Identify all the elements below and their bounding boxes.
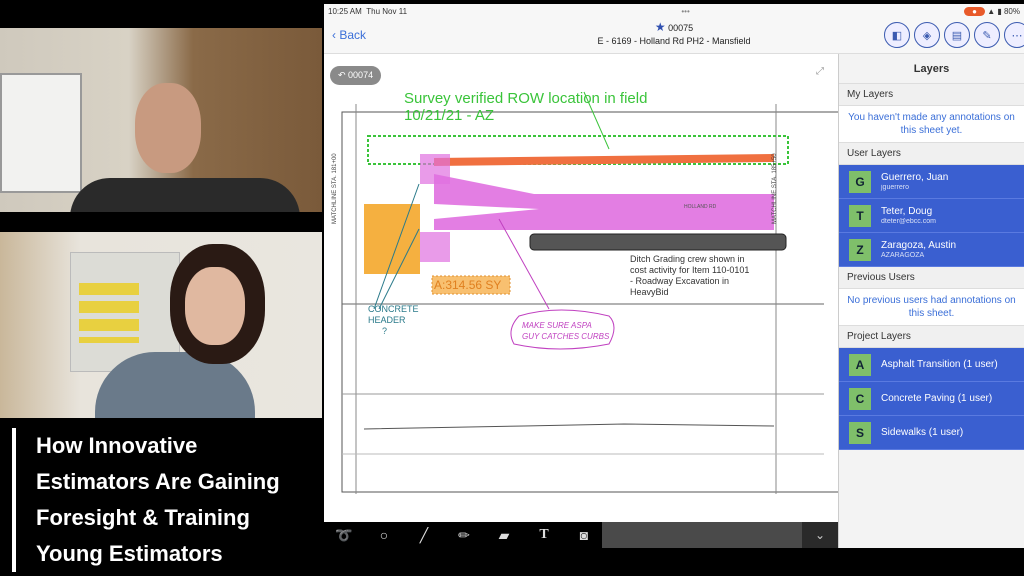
text-icon[interactable]: T — [524, 527, 564, 543]
survey-date: 10/21/21 - AZ — [404, 107, 495, 124]
note-line: - Roadway Excavation in — [630, 276, 730, 286]
user-name: Teter, Doug — [881, 206, 933, 217]
avatar: C — [849, 387, 871, 410]
more-icon[interactable]: ⋯ — [1004, 22, 1024, 48]
user-layer-row[interactable]: T Teter, Doug dteter@ebcc.com — [839, 199, 1024, 233]
circle-icon[interactable]: ○ — [364, 527, 404, 543]
webcam-presenter-2 — [0, 232, 322, 418]
section-my-layers: My Layers — [839, 84, 1024, 106]
area-label[interactable]: A:314.56 SY — [434, 278, 501, 292]
chevron-down-icon[interactable]: ⌄ — [802, 522, 838, 548]
ditch-annotation[interactable] — [529, 233, 787, 251]
plan-drawing — [341, 91, 838, 494]
layer-name: Sidewalks (1 user) — [881, 426, 964, 438]
nav-bar: ‹ Back ★ 00075 E - 6169 - Holland Rd PH2… — [324, 18, 1024, 54]
annotation-toolbar: ➰ ○ ╱ ✏ ▰ T ◙ ⌄ — [324, 522, 838, 548]
lasso-icon[interactable]: ➰ — [324, 527, 364, 544]
person-head — [185, 267, 245, 345]
user-layer-row[interactable]: Z Zaragoza, Austin AZARAGOZA — [839, 233, 1024, 267]
note-line: MAKE SURE ASPA — [522, 321, 592, 330]
calculator-icon[interactable]: ▤ — [944, 22, 970, 48]
ipad-screen: 10:25 AM Thu Nov 11 ••• ● ▲ ▮ 80% ‹ Back… — [324, 4, 1024, 548]
status-bar: 10:25 AM Thu Nov 11 ••• ● ▲ ▮ 80% — [324, 4, 1024, 18]
layers-title: Layers — [839, 54, 1024, 84]
note-line: Ditch Grading crew shown in — [630, 254, 745, 264]
avatar: G — [849, 170, 871, 193]
title-line: How Innovative — [36, 433, 198, 458]
note-line: GUY CATCHES CURBS — [522, 332, 610, 341]
highlighter-icon[interactable]: ▰ — [484, 527, 524, 544]
previous-users-message: No previous users had annotations on thi… — [839, 289, 1024, 326]
user-name: Guerrero, Juan — [881, 172, 949, 183]
avatar: Z — [849, 238, 871, 261]
note-line: cost activity for Item 110-0101 — [630, 265, 750, 275]
user-id: AZARAGOZA — [881, 252, 925, 259]
note-line: HeavyBid — [630, 287, 669, 297]
layers-icon[interactable]: ◈ — [914, 22, 940, 48]
asphalt-area[interactable] — [434, 174, 774, 230]
person-head — [135, 83, 201, 173]
layer-name: Asphalt Transition (1 user) — [881, 358, 998, 370]
matchline-right: MATCHLINE STA. 185+50 — [772, 153, 778, 224]
toolbar-options — [602, 522, 802, 548]
status-time: 10:25 AM — [328, 6, 362, 16]
ditch-note[interactable]: Ditch Grading crew shown in cost activit… — [630, 254, 749, 298]
camera-icon[interactable]: ◙ — [564, 527, 604, 543]
webcam-presenter-1 — [0, 28, 322, 212]
star-icon[interactable]: ★ — [655, 20, 666, 34]
survey-annotation[interactable]: Survey verified ROW location in field — [404, 90, 647, 107]
section-project-layers: Project Layers — [839, 326, 1024, 348]
title-line: Estimators Are Gaining — [36, 469, 280, 494]
edit-icon[interactable]: ✎ — [974, 22, 1000, 48]
section-previous-users: Previous Users — [839, 267, 1024, 289]
person-shoulders — [70, 178, 300, 212]
line-icon[interactable]: ╱ — [404, 527, 444, 544]
whiteboard — [0, 73, 82, 193]
sheet-number: 00075 — [668, 23, 694, 33]
asphalt-note[interactable]: MAKE SURE ASPA GUY CATCHES CURBS — [522, 320, 609, 342]
project-layer-row[interactable]: S Sidewalks (1 user) — [839, 416, 1024, 450]
bookmark-icon[interactable]: ◧ — [884, 22, 910, 48]
avatar: S — [849, 421, 871, 444]
title-line: Foresight & Training — [36, 505, 250, 530]
my-layers-message: You haven't made any annotations on this… — [839, 106, 1024, 143]
concrete-note[interactable]: CONCRETE HEADER ? — [368, 304, 419, 337]
video-title: How Innovative Estimators Are Gaining Fo… — [12, 428, 280, 572]
matchline-left: MATCHLINE STA. 181+00 — [332, 153, 338, 224]
user-layer-row[interactable]: G Guerrero, Juan jguerrero — [839, 165, 1024, 199]
sidewalk-area[interactable] — [364, 204, 420, 274]
section-user-layers: User Layers — [839, 143, 1024, 165]
note-line: HEADER — [368, 315, 406, 325]
status-date: Thu Nov 11 — [366, 6, 408, 16]
project-layer-row[interactable]: C Concrete Paving (1 user) — [839, 382, 1024, 416]
layers-panel: Layers My Layers You haven't made any an… — [838, 54, 1024, 548]
user-id: dteter@ebcc.com — [881, 218, 936, 225]
note-line: CONCRETE — [368, 304, 419, 314]
pencil-icon[interactable]: ✏ — [444, 527, 484, 544]
battery-level: 80% — [1003, 6, 1020, 16]
user-id: jguerrero — [881, 184, 910, 191]
note-line: ? — [382, 326, 388, 336]
road-label: HOLLAND RD — [684, 204, 717, 210]
layer-name: Concrete Paving (1 user) — [881, 392, 993, 404]
user-name: Zaragoza, Austin — [881, 240, 957, 251]
avatar: T — [849, 204, 871, 227]
title-line: Young Estimators — [36, 541, 223, 566]
plan-sheet[interactable]: ↶ 00074 ⤢ Survey verified ROW location i… — [324, 54, 838, 522]
avatar: A — [849, 353, 871, 376]
project-layer-row[interactable]: A Asphalt Transition (1 user) — [839, 348, 1024, 382]
